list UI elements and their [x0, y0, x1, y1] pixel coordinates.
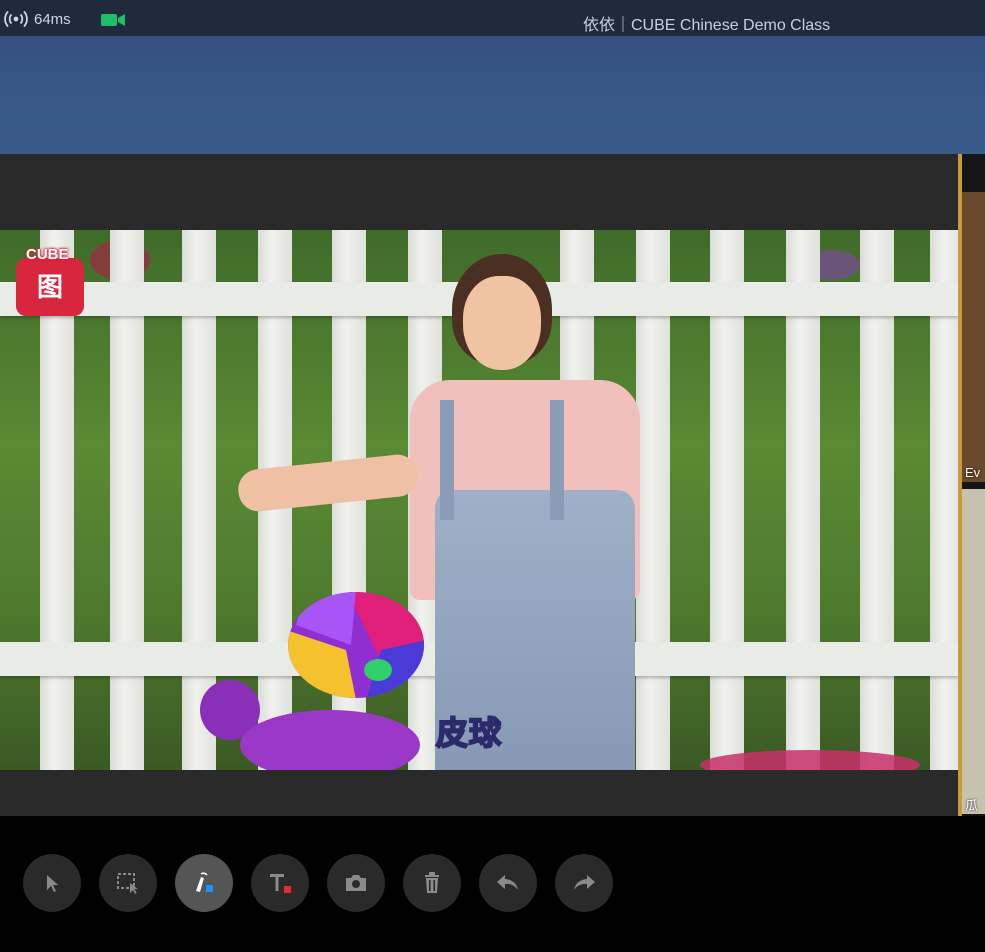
participant-video-2[interactable] — [962, 489, 985, 814]
lesson-video: 图 CUBE 皮球 — [0, 230, 958, 770]
whiteboard-toolbar — [0, 816, 985, 952]
participant-name-2: 瓜 — [965, 798, 979, 813]
camera-icon — [346, 875, 366, 891]
screenshot-button[interactable] — [327, 854, 385, 912]
latency-indicator: 64ms — [4, 10, 71, 28]
overall-strap — [440, 400, 454, 520]
teacher-arm — [236, 452, 420, 514]
overall-strap — [550, 400, 564, 520]
undo-icon — [497, 875, 518, 890]
camera-icon[interactable] — [100, 12, 126, 28]
trash-icon — [425, 872, 439, 893]
class-title: 依依｜CUBE Chinese Demo Class — [583, 17, 831, 34]
header-background-band — [0, 36, 985, 154]
text-tool-button[interactable] — [251, 854, 309, 912]
pen-icon — [196, 872, 213, 892]
beach-ball-illustration — [288, 592, 424, 698]
marquee-tool-button[interactable] — [99, 854, 157, 912]
logo-word: CUBE — [26, 246, 69, 263]
redo-button[interactable] — [555, 854, 613, 912]
undo-button[interactable] — [479, 854, 537, 912]
logo-badge: 图 — [16, 258, 84, 316]
select-tool-button[interactable] — [23, 854, 81, 912]
teacher-face — [463, 276, 541, 370]
pen-tool-button[interactable] — [175, 854, 233, 912]
redo-icon — [574, 875, 595, 890]
cursor-arrow-icon — [47, 875, 58, 892]
top-status-bar: 64ms 依依｜CUBE Chinese Demo Class — [0, 0, 985, 36]
participant-column: Ev 瓜 — [962, 154, 985, 816]
vocabulary-caption: 皮球 — [435, 714, 503, 752]
broadcast-signal-icon — [4, 10, 28, 28]
latency-value: 64ms — [34, 10, 71, 28]
delete-button[interactable] — [403, 854, 461, 912]
cube-logo: 图 CUBE — [16, 246, 84, 318]
marquee-select-icon — [117, 873, 138, 894]
participant-name-1: Ev — [965, 465, 981, 480]
main-video-stage: 图 CUBE 皮球 — [0, 154, 958, 816]
text-tool-icon — [270, 874, 291, 893]
participant-video-1[interactable] — [962, 192, 985, 482]
